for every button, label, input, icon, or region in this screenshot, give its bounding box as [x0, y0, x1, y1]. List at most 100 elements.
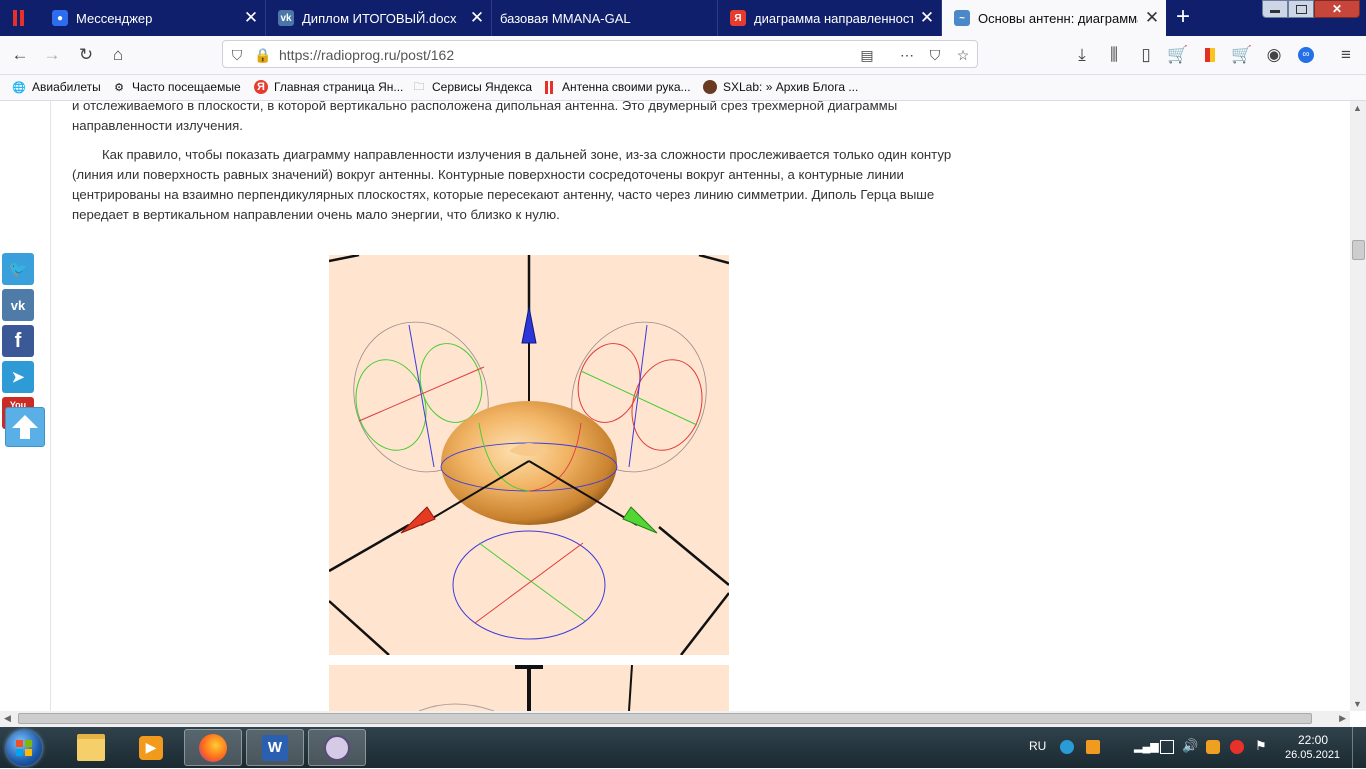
library-icon[interactable]: ⫼ — [1100, 41, 1128, 69]
reload-button[interactable]: ↻ — [72, 41, 100, 69]
windows-taskbar: ▶ W RU ▂▄▆ 🔊 ⚑ 22:00 26.05.2021 — [0, 727, 1366, 768]
folder-icon: 🗀 — [413, 80, 425, 93]
scroll-right-arrow[interactable]: ▶ — [1339, 713, 1346, 724]
bookmark-label: Сервисы Яндекса — [432, 80, 533, 94]
flag-icon[interactable]: ⚑ — [1255, 738, 1267, 754]
scroll-down-arrow[interactable]: ▼ — [1353, 699, 1362, 709]
tray-app-icon[interactable] — [1086, 740, 1100, 754]
telegram-icon: ➤ — [11, 369, 25, 386]
sync-icon[interactable]: ∞ — [1292, 41, 1320, 69]
security-alert-icon[interactable] — [1230, 740, 1244, 754]
yandex-icon: Я — [254, 80, 268, 94]
tab-antenna-basics[interactable]: ~ Основы антенн: диаграмма н ✕ — [942, 0, 1166, 36]
vk-icon: vk — [278, 10, 294, 26]
close-icon[interactable]: ✕ — [913, 8, 941, 28]
back-button[interactable]: ← — [6, 41, 34, 69]
language-indicator[interactable]: RU — [1029, 739, 1046, 753]
scroll-up-arrow[interactable]: ▲ — [1353, 103, 1362, 113]
url-text[interactable]: https://radioprog.ru/post/162 — [279, 47, 454, 63]
tab-mmana[interactable]: базовая MMANA-GAL — [492, 0, 718, 36]
show-desktop-button[interactable] — [1352, 727, 1366, 768]
downloads-icon[interactable]: ⤓ — [1068, 41, 1096, 69]
radiation-pattern-cross-section-image — [329, 665, 729, 711]
bookmark-flag-icon[interactable] — [1196, 41, 1224, 69]
tab-diagram-search[interactable]: Я диаграмма направленности а ✕ — [718, 0, 942, 36]
home-button[interactable]: ⌂ — [104, 41, 132, 69]
cart-icon[interactable]: 🛒 — [1228, 41, 1256, 69]
vertical-scrollbar[interactable]: ▲ ▼ — [1350, 101, 1366, 711]
arrow-up-icon — [12, 415, 38, 439]
bookmark-label: Антенна своими рука... — [562, 80, 691, 94]
messenger-icon: ● — [52, 10, 68, 26]
windows-logo-icon — [16, 740, 32, 756]
bookmark-item[interactable]: Я Главная страница Ян... — [254, 80, 403, 94]
telegram-share-button[interactable]: ➤ — [2, 361, 34, 393]
clock-date[interactable]: 26.05.2021 — [1285, 749, 1340, 761]
scroll-left-arrow[interactable]: ◀ — [4, 713, 11, 724]
bookmarks-toolbar: 🌐 Авиабилеты ⚙ Часто посещаемые Я Главна… — [0, 75, 1366, 101]
close-icon[interactable]: ✕ — [237, 8, 265, 28]
bookmark-label: Главная страница Ян... — [274, 80, 404, 94]
url-bar[interactable]: ⛉ 🔒 https://radioprog.ru/post/162 ▤ ⋯ ⛉ … — [222, 40, 978, 68]
bookmark-item[interactable]: Антенна своими рука... — [542, 80, 691, 94]
cart-icon[interactable]: 🛒 — [1164, 41, 1192, 69]
bookmark-item[interactable]: 🗀 Сервисы Яндекса — [412, 80, 533, 94]
pocket-save-icon[interactable]: ⛉ — [925, 45, 945, 65]
article-paragraph: Как правило, чтобы показать диаграмму на… — [72, 147, 952, 222]
bookmark-item[interactable]: 🌐 Авиабилеты — [12, 80, 101, 94]
menu-icon[interactable]: ≡ — [1332, 41, 1360, 69]
vk-share-button[interactable]: vk — [2, 289, 34, 321]
star-icon[interactable]: ☆ — [953, 45, 973, 65]
radiation-pattern-3d-image — [329, 255, 729, 655]
close-icon[interactable]: ✕ — [1138, 8, 1166, 28]
account-icon[interactable]: ◉ — [1260, 41, 1288, 69]
content-border — [50, 101, 51, 711]
taskbar-app-word[interactable]: W — [246, 729, 304, 766]
tab-bar: ● Мессенджер ✕ vk Диплом ИТОГОВЫЙ.docx ✕… — [0, 0, 1366, 36]
bookmark-item[interactable]: ⚙ Часто посещаемые — [112, 80, 241, 94]
ie-tray-icon[interactable] — [1060, 740, 1074, 754]
tab-title: диаграмма направленности а — [754, 10, 913, 26]
antivirus-icon[interactable] — [1206, 740, 1220, 754]
close-window-button[interactable]: ✕ — [1314, 0, 1360, 18]
scroll-thumb[interactable] — [18, 713, 1312, 724]
facebook-icon: f — [14, 329, 22, 352]
tab-title: базовая MMANA-GAL — [500, 10, 631, 26]
bookmark-label: SXLab: » Архив Блога ... — [723, 80, 859, 94]
maximize-button[interactable] — [1288, 0, 1314, 18]
lock-icon[interactable]: 🔒 — [253, 45, 273, 65]
twitter-share-button[interactable]: 🐦 — [2, 253, 34, 285]
network-icon[interactable]: ▂▄▆ — [1134, 740, 1159, 754]
tab-messenger[interactable]: ● Мессенджер ✕ — [40, 0, 266, 36]
facebook-share-button[interactable]: f — [2, 325, 34, 357]
taskbar-app-media[interactable]: ▶ — [122, 729, 180, 766]
pocket-icon[interactable] — [8, 8, 28, 28]
scroll-to-top-button[interactable] — [5, 407, 45, 447]
minimize-button[interactable] — [1262, 0, 1288, 18]
sidebar-icon[interactable]: ▯ — [1132, 41, 1160, 69]
horizontal-scrollbar[interactable]: ◀ ▶ — [0, 711, 1350, 727]
start-button[interactable] — [6, 730, 42, 766]
close-icon[interactable]: ✕ — [463, 8, 491, 28]
vk-icon: vk — [10, 297, 26, 313]
new-tab-button[interactable]: + — [1170, 3, 1196, 30]
taskbar-app-explorer[interactable] — [62, 729, 120, 766]
forward-button[interactable]: → — [38, 41, 66, 69]
article-paragraph: и отслеживаемого в плоскости, в которой … — [72, 101, 898, 133]
bars-icon — [542, 80, 556, 94]
shield-icon[interactable]: ⛉ — [227, 45, 247, 65]
reader-view-icon[interactable]: ▤ — [857, 45, 877, 65]
media-icon: ▶ — [139, 735, 163, 760]
flash-drive-icon[interactable] — [1160, 740, 1174, 754]
bookmark-label: Авиабилеты — [32, 80, 101, 94]
page-content: и отслеживаемого в плоскости, в которой … — [0, 101, 1350, 711]
bookmark-item[interactable]: SXLab: » Архив Блога ... — [703, 80, 858, 94]
clock-time[interactable]: 22:00 — [1298, 733, 1328, 747]
volume-icon[interactable]: 🔊 — [1182, 738, 1198, 754]
taskbar-app-mmana[interactable] — [308, 729, 366, 766]
tab-title: Диплом ИТОГОВЫЙ.docx — [302, 10, 457, 26]
page-actions-icon[interactable]: ⋯ — [897, 45, 917, 65]
scroll-thumb[interactable] — [1352, 240, 1365, 260]
taskbar-app-firefox[interactable] — [184, 729, 242, 766]
tab-diploma[interactable]: vk Диплом ИТОГОВЫЙ.docx ✕ — [266, 0, 492, 36]
